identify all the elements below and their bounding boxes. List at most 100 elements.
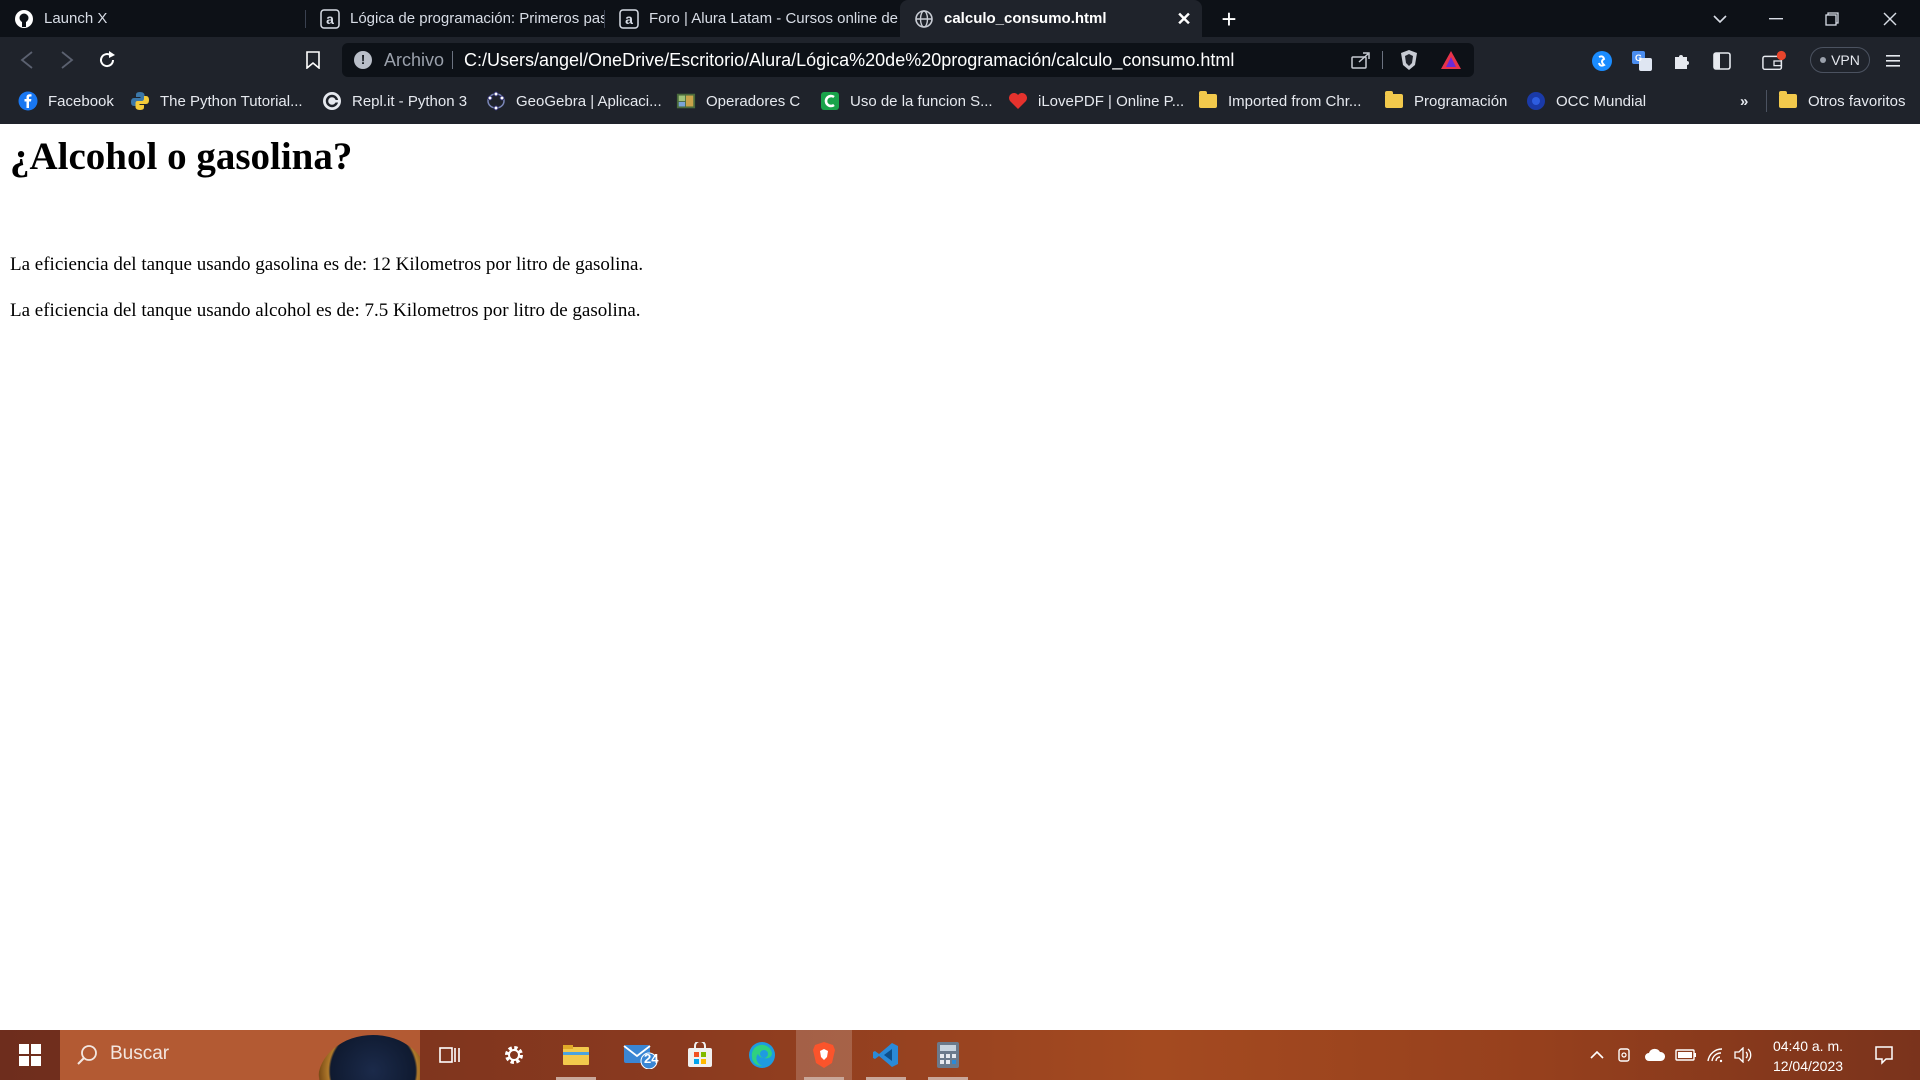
bookmark-label: Facebook: [48, 92, 114, 110]
bookmark-label: Uso de la funcion S...: [850, 92, 993, 110]
bookmarks-overflow-button[interactable]: »: [1740, 83, 1748, 119]
alcohol-efficiency-text: La eficiencia del tanque usando alcohol …: [10, 300, 641, 321]
brave-shields-icon[interactable]: [1398, 49, 1420, 71]
mail-badge-count: 24: [644, 1051, 659, 1066]
tab-title: Launch X: [44, 10, 108, 27]
address-divider: [1382, 51, 1383, 69]
occ-icon: [1526, 91, 1546, 111]
notifications-icon[interactable]: [1864, 1030, 1904, 1080]
bookmark-operadores-c[interactable]: Operadores C: [676, 83, 800, 119]
url-text[interactable]: C:/Users/angel/OneDrive/Escritorio/Alura…: [464, 50, 1234, 71]
tab-title: Lógica de programación: Primeros pas: [350, 10, 604, 27]
bookmark-page-icon[interactable]: [298, 45, 328, 75]
page-content: ¿Alcohol o gasolina? La eficiencia del t…: [0, 124, 1920, 1030]
onedrive-cloud-icon[interactable]: [1642, 1030, 1668, 1080]
tab-foro-alura[interactable]: a Foro | Alura Latam - Cursos online de …: [605, 0, 899, 37]
taskbar-search-box[interactable]: Buscar: [60, 1030, 420, 1080]
bookmark-folder-programacion[interactable]: Programación: [1384, 83, 1507, 119]
folder-icon: [1384, 91, 1404, 111]
vpn-button[interactable]: VPN: [1810, 47, 1870, 73]
tab-logica-programacion[interactable]: a Lógica de programación: Primeros pas: [306, 0, 604, 37]
clock-date: 12/04/2023: [1772, 1058, 1844, 1074]
folder-icon: [1198, 91, 1218, 111]
page-heading: ¿Alcohol o gasolina?: [10, 135, 353, 178]
volume-icon[interactable]: [1732, 1030, 1754, 1080]
menu-icon[interactable]: [1882, 49, 1906, 73]
facebook-icon: [18, 91, 38, 111]
c-icon: [820, 91, 840, 111]
bookmark-occ-mundial[interactable]: OCC Mundial: [1526, 83, 1646, 119]
tab-launch-x[interactable]: Launch X: [0, 0, 305, 37]
bookmark-label: OCC Mundial: [1556, 92, 1647, 110]
wifi-icon[interactable]: [1704, 1030, 1726, 1080]
file-explorer-icon[interactable]: [548, 1030, 604, 1080]
replit-icon: [322, 91, 342, 111]
bookmark-python-tutorial[interactable]: The Python Tutorial...: [130, 83, 303, 119]
minimize-button[interactable]: [1748, 0, 1804, 37]
extensions-puzzle-icon[interactable]: [1670, 49, 1694, 73]
shazam-extension-icon[interactable]: [1590, 49, 1614, 73]
bookmark-facebook[interactable]: Facebook: [18, 83, 114, 119]
new-tab-button[interactable]: +: [1214, 4, 1244, 34]
bookmark-uso-funcion[interactable]: Uso de la funcion S...: [820, 83, 993, 119]
back-icon[interactable]: [12, 45, 42, 75]
bookmark-label: Programación: [1414, 92, 1508, 110]
bookmark-label: iLovePDF | Online P...: [1038, 92, 1185, 110]
settings-gear-icon[interactable]: [486, 1030, 542, 1080]
meet-now-icon[interactable]: [1614, 1030, 1636, 1080]
svg-text:G: G: [1635, 53, 1642, 63]
image-icon: [676, 91, 696, 111]
mail-icon[interactable]: 24: [612, 1030, 668, 1080]
bookmark-label: Imported from Chr...: [1228, 92, 1362, 110]
clock[interactable]: 04:40 a. m. 12/04/2023: [1760, 1036, 1856, 1076]
info-icon[interactable]: !: [354, 51, 372, 69]
clock-time: 04:40 a. m.: [1772, 1038, 1844, 1054]
tray-overflow-chevron-icon[interactable]: [1586, 1030, 1608, 1080]
vpn-status-dot: [1820, 57, 1827, 63]
tab-search-chevron-icon[interactable]: [1692, 0, 1748, 37]
microsoft-store-icon[interactable]: [672, 1030, 728, 1080]
bookmarks-divider: [1766, 90, 1767, 112]
sidebar-toggle-icon[interactable]: [1710, 49, 1734, 73]
share-icon[interactable]: [1350, 49, 1372, 71]
bookmark-geogebra[interactable]: GeoGebra | Aplicaci...: [486, 83, 662, 119]
alura-icon: a: [320, 8, 340, 29]
start-button[interactable]: [0, 1030, 60, 1080]
tab-calculo-consumo[interactable]: calculo_consumo.html ✕: [900, 0, 1202, 37]
bookmark-folder-imported[interactable]: Imported from Chr...: [1198, 83, 1361, 119]
tab-title: Foro | Alura Latam - Cursos online de t: [649, 10, 899, 27]
bookmark-otros-favoritos[interactable]: Otros favoritos: [1778, 83, 1906, 119]
close-tab-icon[interactable]: ✕: [1174, 9, 1194, 29]
tab-title: calculo_consumo.html: [944, 10, 1107, 27]
bookmarks-bar: Facebook The Python Tutorial... Repl.it …: [0, 83, 1920, 124]
calculator-icon[interactable]: [920, 1030, 976, 1080]
search-highlight-image: [318, 1035, 420, 1080]
bookmark-replit[interactable]: Repl.it - Python 3: [322, 83, 467, 119]
translate-extension-icon[interactable]: G: [1630, 49, 1654, 73]
close-window-button[interactable]: [1860, 0, 1920, 37]
brave-browser-icon[interactable]: [796, 1030, 852, 1080]
restore-button[interactable]: [1804, 0, 1860, 37]
vscode-icon[interactable]: [858, 1030, 914, 1080]
wallet-icon[interactable]: [1762, 49, 1786, 73]
browser-toolbar: ! Archivo C:/Users/angel/OneDrive/Escrit…: [0, 37, 1920, 83]
search-icon: [76, 1044, 98, 1071]
svg-text:a: a: [326, 11, 334, 27]
forward-icon[interactable]: [52, 45, 82, 75]
bookmark-label: Repl.it - Python 3: [352, 92, 468, 110]
github-icon: [14, 9, 34, 29]
address-divider: [452, 51, 453, 69]
bookmark-label: Otros favoritos: [1808, 92, 1906, 110]
brave-rewards-icon[interactable]: [1440, 49, 1462, 71]
windows-taskbar: Buscar 24 04:40 a. m. 12/04/2023: [0, 1030, 1920, 1080]
reload-icon[interactable]: [92, 45, 122, 75]
search-placeholder: Buscar: [110, 1043, 170, 1064]
edge-browser-icon[interactable]: [734, 1030, 790, 1080]
task-view-icon[interactable]: [422, 1030, 478, 1080]
heart-icon: [1008, 91, 1028, 111]
battery-icon[interactable]: [1674, 1030, 1698, 1080]
bookmark-ilovepdf[interactable]: iLovePDF | Online P...: [1008, 83, 1184, 119]
bookmark-label: The Python Tutorial...: [160, 92, 303, 110]
address-bar[interactable]: ! Archivo C:/Users/angel/OneDrive/Escrit…: [342, 43, 1474, 77]
bookmark-label: Operadores C: [706, 92, 801, 110]
